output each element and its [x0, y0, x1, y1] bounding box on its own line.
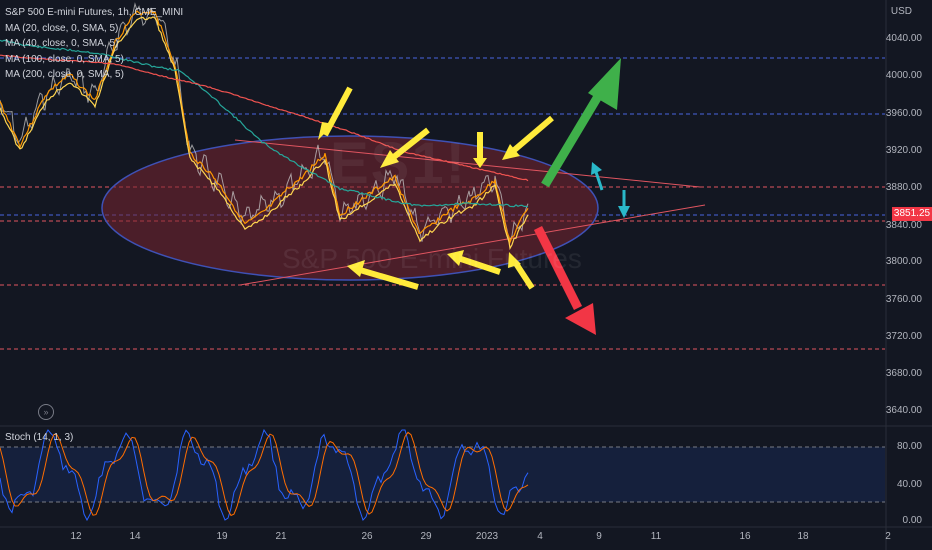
watermark-symbol: ES1! — [330, 131, 467, 196]
symbol-title[interactable]: S&P 500 E-mini Futures, 1h, CME_MINI — [5, 5, 183, 21]
indicator-ma-40[interactable]: MA (40, close, 0, SMA, 5) — [5, 36, 183, 52]
time-tick: 9 — [596, 531, 602, 542]
indicator-ma-100[interactable]: MA (100, close, 0, SMA, 5) — [5, 52, 183, 68]
time-tick: 29 — [420, 531, 432, 542]
time-tick: 4 — [537, 531, 543, 542]
price-tick: 4000.00 — [885, 70, 922, 81]
time-tick: 26 — [361, 531, 373, 542]
price-tick: 4040.00 — [885, 33, 922, 44]
current-price-tag: 3851.25 — [892, 207, 932, 221]
main-chart-canvas[interactable] — [0, 0, 932, 550]
time-tick: 12 — [70, 531, 82, 542]
price-tick: 3760.00 — [885, 294, 922, 305]
chart-area[interactable]: ES1! S&P 500 E-mini Futures S&P 500 E-mi… — [0, 0, 932, 550]
price-tick: 3960.00 — [885, 108, 922, 119]
stoch-legend[interactable]: Stoch (14, 1, 3) — [5, 432, 73, 443]
time-tick: 19 — [216, 531, 228, 542]
cyan-arrow-icon — [618, 190, 630, 218]
price-tick: 3720.00 — [885, 331, 922, 342]
time-tick: 16 — [739, 531, 751, 542]
time-tick: 2 — [885, 531, 891, 542]
time-tick: 21 — [275, 531, 287, 542]
price-tick: 3640.00 — [885, 405, 922, 416]
watermark-name: S&P 500 E-mini Futures — [282, 243, 582, 274]
price-tick: 3680.00 — [885, 368, 922, 379]
time-tick: 18 — [797, 531, 809, 542]
yellow-arrow-icon — [502, 115, 554, 160]
price-tick: 3880.00 — [885, 182, 922, 193]
currency-label: USD — [890, 6, 912, 17]
indicator-ma-20[interactable]: MA (20, close, 0, SMA, 5) — [5, 21, 183, 37]
stoch-tick: 80.00 — [896, 441, 922, 452]
green-up-arrow-icon — [541, 58, 621, 188]
price-tick: 3840.00 — [885, 220, 922, 231]
price-tick: 3800.00 — [885, 256, 922, 267]
stoch-tick: 40.00 — [896, 479, 922, 490]
indicator-ma-200[interactable]: MA (200, close, 0, SMA, 5) — [5, 67, 183, 83]
time-tick: 2023 — [475, 531, 499, 542]
stoch-band — [0, 447, 885, 502]
price-tick: 3920.00 — [885, 145, 922, 156]
chart-legend: S&P 500 E-mini Futures, 1h, CME_MINI MA … — [5, 5, 183, 83]
replay-icon[interactable]: » — [38, 404, 54, 420]
time-tick: 11 — [650, 531, 662, 542]
time-tick: 14 — [129, 531, 141, 542]
stoch-tick: 0.00 — [902, 515, 922, 526]
